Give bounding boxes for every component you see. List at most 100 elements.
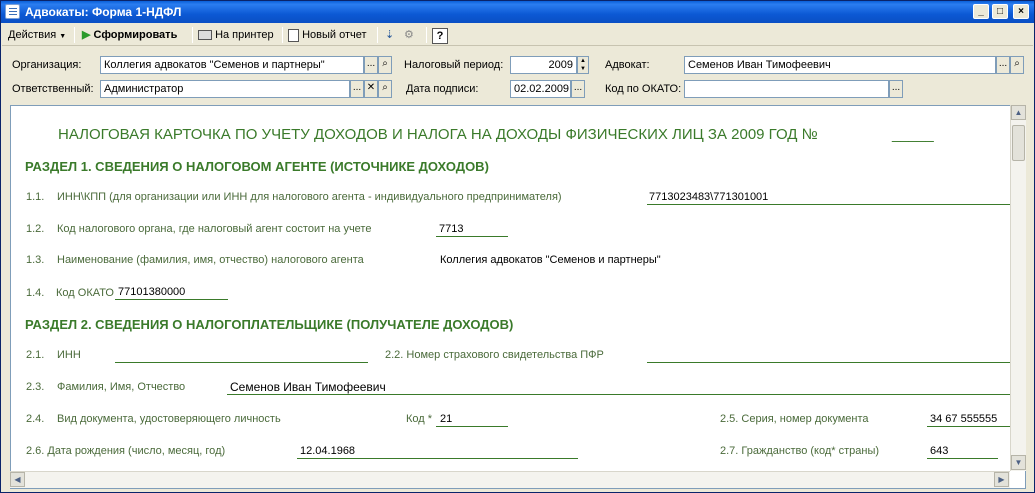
printer-icon	[198, 30, 212, 41]
scroll-left-icon[interactable]: ◀	[10, 472, 25, 487]
section-2-heading: РАЗДЕЛ 2. СВЕДЕНИЯ О НАЛОГОПЛАТЕЛЬЩИКЕ (…	[25, 317, 514, 332]
agent-name-value: Коллегия адвокатов "Семенов и партнеры"	[440, 254, 661, 266]
scroll-right-icon[interactable]: ▶	[994, 472, 1009, 487]
print-button[interactable]: На принтер	[198, 27, 274, 44]
document-code-underline	[436, 426, 508, 427]
toolbar-separator	[377, 27, 378, 43]
responsible-label: Ответственный:	[12, 83, 94, 95]
lawyer-search-icon[interactable]: ⌕	[1010, 56, 1024, 74]
row-2-4-number: 2.4.	[26, 413, 45, 425]
new-report-button[interactable]: Новый отчет	[288, 27, 367, 44]
row-2-1-number: 2.1.	[26, 349, 45, 361]
tax-period-label: Налоговый период:	[404, 59, 504, 71]
signature-date-label: Дата подписи:	[406, 83, 479, 95]
section-1-heading: РАЗДЕЛ 1. СВЕДЕНИЯ О НАЛОГОВОМ АГЕНТЕ (И…	[25, 159, 489, 174]
row-1-4-number: 1.4.	[26, 287, 45, 299]
lawyer-label: Адвокат:	[605, 59, 650, 71]
tax-office-code-value: 7713	[439, 223, 464, 235]
row-1-2-label: Код налогового органа, где налоговый аге…	[57, 223, 372, 235]
vertical-scroll-thumb[interactable]	[1012, 125, 1025, 161]
report-spreadsheet[interactable]: НАЛОГОВАЯ КАРТОЧКА ПО УЧЕТУ ДОХОДОВ И НА…	[10, 105, 1026, 489]
close-button[interactable]: ×	[1013, 4, 1029, 19]
print-label: На принтер	[215, 29, 274, 41]
row-1-3-number: 1.3.	[26, 254, 45, 266]
window-title: Адвокаты: Форма 1-НДФЛ	[25, 5, 182, 19]
generate-label: Сформировать	[93, 29, 178, 41]
row-1-1-label: ИНН\КПП (для организации или ИНН для нал…	[57, 191, 562, 203]
document-number-underline	[927, 426, 1010, 427]
minimize-button[interactable]: _	[973, 4, 989, 19]
full-name-value: Семенов Иван Тимофеевич	[230, 380, 386, 394]
settings-icon[interactable]: ⚙	[404, 27, 414, 44]
signature-date-select-button[interactable]: ...	[571, 80, 585, 98]
report-number-blank: _____	[892, 126, 934, 143]
okato-field[interactable]	[684, 80, 889, 98]
document-code-label: Код *	[406, 413, 433, 425]
new-report-label: Новый отчет	[302, 29, 367, 41]
document-number-value: 34 67 555555	[930, 413, 998, 425]
lawyer-field[interactable]: Семенов Иван Тимофеевич	[684, 56, 996, 74]
inn-kpp-underline	[647, 204, 1010, 205]
row-2-5-label: 2.5. Серия, номер документа	[720, 413, 869, 425]
dropdown-arrow-icon: ▼	[59, 33, 67, 40]
row-1-3-label: Наименование (фамилия, имя, отчество) на…	[57, 254, 364, 266]
responsible-search-icon[interactable]: ⌕	[378, 80, 392, 98]
maximize-button[interactable]: □	[992, 4, 1008, 19]
tax-office-code-underline	[436, 236, 508, 237]
horizontal-scrollbar[interactable]: ◀ ▶	[10, 471, 1010, 488]
birth-date-value: 12.04.1968	[300, 445, 356, 457]
tax-period-field[interactable]: 2009	[510, 56, 577, 74]
toolbar-separator	[282, 27, 283, 43]
responsible-field[interactable]: Администратор	[100, 80, 350, 98]
scroll-up-icon[interactable]: ▲	[1011, 105, 1026, 120]
citizenship-code-underline	[927, 458, 998, 459]
actions-label: Действия	[8, 29, 57, 41]
toolbar: Действия ▼ ▶ Сформировать На принтер Нов…	[2, 24, 1033, 46]
citizenship-code-value: 643	[930, 445, 949, 457]
organization-field[interactable]: Коллегия адвокатов "Семенов и партнеры"	[100, 56, 364, 74]
responsible-select-button[interactable]: ...	[350, 80, 364, 98]
row-2-4-label: Вид документа, удостоверяющего личность	[57, 413, 281, 425]
row-1-1-number: 1.1.	[26, 191, 45, 203]
toolbar-separator	[192, 27, 193, 43]
okato-label: Код по ОКАТО:	[605, 83, 682, 95]
report-icon	[288, 28, 299, 42]
main-window: Адвокаты: Форма 1-НДФЛ _ □ × Действия ▼ …	[0, 0, 1035, 493]
tax-period-spinner[interactable]: ▲ ▼	[577, 56, 589, 74]
toolbar-separator	[74, 27, 75, 43]
okato-underline	[115, 299, 228, 300]
organization-label: Организация:	[12, 59, 82, 71]
document-icon	[5, 4, 20, 19]
row-2-3-label: Фамилия, Имя, Отчество	[57, 381, 186, 393]
organization-search-icon[interactable]: ⌕	[378, 56, 392, 74]
row-2-6-label: 2.6. Дата рождения (число, месяц, год)	[26, 445, 226, 457]
signature-date-field[interactable]: 02.02.2009	[510, 80, 571, 98]
organization-select-button[interactable]: ...	[364, 56, 378, 74]
row-2-2-label: 2.2. Номер страхового свидетельства ПФР	[385, 349, 604, 361]
document-code-value: 21	[440, 413, 453, 425]
generate-button[interactable]: ▶ Сформировать	[82, 27, 177, 44]
inn-kpp-value: 7713023483\771301001	[649, 191, 769, 203]
row-1-2-number: 1.2.	[26, 223, 45, 235]
scroll-down-icon[interactable]: ▼	[1011, 455, 1026, 470]
help-label: ?	[436, 30, 444, 42]
okato-value: 77101380000	[118, 286, 186, 298]
pfr-number-underline	[647, 362, 1010, 363]
title-bar[interactable]: Адвокаты: Форма 1-НДФЛ _ □ ×	[1, 1, 1034, 23]
report-title: НАЛОГОВАЯ КАРТОЧКА ПО УЧЕТУ ДОХОДОВ И НА…	[58, 126, 818, 143]
responsible-clear-icon[interactable]: ✕	[364, 80, 378, 98]
play-icon: ▶	[82, 29, 91, 41]
help-icon[interactable]: ?	[432, 28, 448, 44]
row-2-1-label: ИНН	[57, 349, 81, 361]
actions-menu[interactable]: Действия ▼	[8, 27, 66, 44]
row-2-3-number: 2.3.	[26, 381, 45, 393]
row-2-7-label: 2.7. Гражданство (код* страны)	[720, 445, 880, 457]
lawyer-select-button[interactable]: ...	[996, 56, 1010, 74]
vertical-scrollbar[interactable]: ▲ ▼	[1010, 105, 1026, 471]
toolbar-separator	[426, 27, 427, 43]
inn-underline	[115, 362, 368, 363]
okato-select-button[interactable]: ...	[889, 80, 903, 98]
birth-date-underline	[297, 458, 578, 459]
refresh-icon[interactable]: ⇣	[385, 27, 394, 44]
full-name-underline	[227, 394, 1010, 395]
